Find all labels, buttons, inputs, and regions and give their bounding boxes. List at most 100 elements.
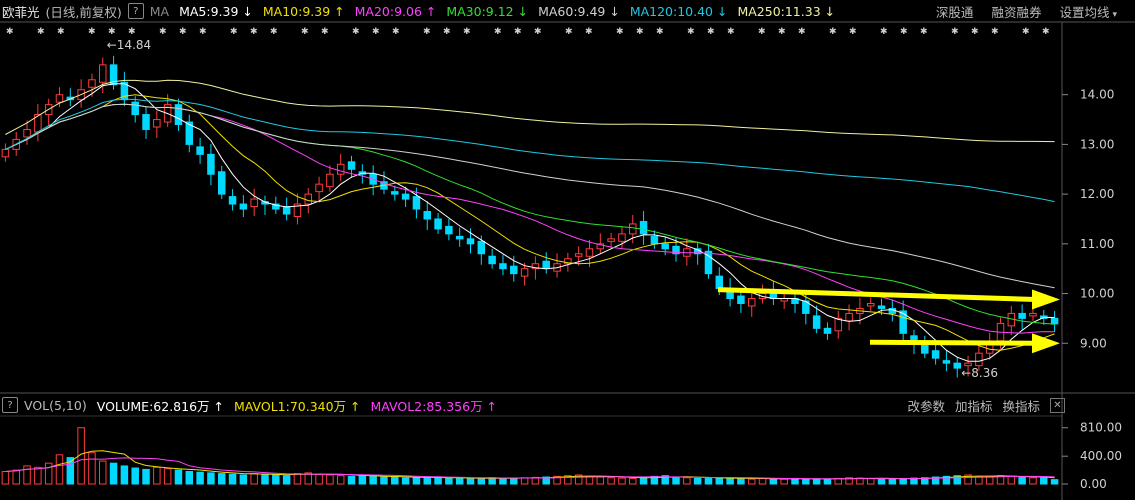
candle-body-22	[239, 203, 248, 210]
candle-body-2	[23, 128, 31, 138]
volume-tick-label-1: 400.00	[1080, 449, 1122, 463]
event-marker-19: ✱	[463, 27, 471, 37]
volume-bar-48	[520, 477, 529, 485]
candle-body-38	[412, 196, 421, 210]
volume-bar-63	[683, 477, 691, 485]
volume-bar-14	[153, 466, 161, 485]
candle-body-18	[196, 146, 204, 155]
volume-bar-33	[358, 475, 367, 485]
volume-bar-83	[899, 477, 907, 485]
candle-body-54	[585, 248, 594, 257]
event-marker-39: ✱	[951, 27, 959, 37]
event-marker-11: ✱	[270, 27, 278, 37]
volume-bar-46	[499, 477, 507, 485]
candle-body-29	[315, 183, 323, 193]
volume-bar-17	[185, 470, 194, 485]
candle-body-8	[88, 79, 96, 88]
event-marker-7: ✱	[179, 27, 187, 37]
event-marker-25: ✱	[616, 27, 624, 37]
event-marker-29: ✱	[707, 27, 715, 37]
volume-bar-38	[412, 477, 421, 485]
volume-bar-58	[629, 477, 637, 485]
ma-line-MA20	[5, 103, 1055, 334]
volume-bar-59	[639, 476, 648, 485]
event-marker-8: ✱	[199, 27, 207, 37]
stock-chart[interactable]: 14.00 13.00 12.00 11.00 10.00 9.00 810.00 400.0…	[0, 0, 1135, 500]
volume-bar-20	[217, 473, 226, 485]
volume-bar-26	[282, 475, 291, 485]
volume-bar-21	[228, 473, 237, 485]
volume-bar-39	[423, 476, 431, 485]
volume-bar-34	[369, 475, 377, 485]
candle-body-44	[477, 240, 486, 255]
volume-bar-43	[466, 477, 475, 485]
candle-body-32	[347, 161, 356, 170]
volume-bar-3	[34, 466, 42, 485]
candle-body-39	[423, 211, 431, 220]
volume-bar-94	[1018, 476, 1026, 485]
event-marker-4: ✱	[108, 27, 116, 37]
volume-bar-32	[347, 475, 356, 485]
candle-body-12	[131, 101, 139, 116]
volume-bar-96	[1040, 477, 1048, 485]
candle-body-48	[520, 268, 529, 277]
volume-bar-35	[380, 476, 388, 485]
event-marker-27: ✱	[656, 27, 664, 37]
volume-tick-label-0: 810.00	[1080, 421, 1122, 435]
candle-body-41	[445, 225, 453, 235]
candle-body-37	[401, 193, 410, 200]
price-tick-label-4: 10.00	[1080, 287, 1114, 301]
volume-bar-16	[174, 469, 183, 485]
candle-body-88	[953, 362, 961, 369]
candle-body-59	[639, 220, 648, 235]
volume-bar-25	[272, 474, 280, 485]
candle-body-40	[434, 218, 442, 230]
candle-body-66	[715, 275, 724, 290]
volume-bar-41	[445, 477, 453, 485]
event-marker-32: ✱	[778, 27, 786, 37]
candle-body-68	[737, 295, 745, 304]
volume-bar-55	[596, 476, 605, 485]
event-marker-42: ✱	[1022, 27, 1030, 37]
volume-bar-9	[99, 460, 107, 485]
volume-bar-22	[239, 474, 248, 485]
candle-body-61	[661, 243, 669, 250]
volume-bar-93	[1007, 475, 1016, 485]
volume-bar-29	[315, 473, 323, 485]
volume-bar-64	[693, 477, 702, 485]
candle-body-21	[228, 196, 237, 205]
volume-bar-91	[985, 476, 994, 485]
event-marker-26: ✱	[636, 27, 644, 37]
volume-bar-56	[607, 477, 615, 485]
annotation-low: ←8.36	[961, 366, 998, 380]
candle-body-42	[455, 235, 464, 240]
candle-body-31	[336, 163, 345, 175]
volume-bar-23	[250, 473, 258, 485]
event-marker-23: ✱	[565, 27, 573, 37]
volume-bar-5	[55, 454, 64, 485]
event-marker-30: ✱	[727, 27, 735, 37]
event-marker-20: ✱	[494, 27, 502, 37]
candle-body-53	[574, 253, 583, 257]
candle-body-26	[282, 206, 291, 215]
candle-body-69	[747, 298, 756, 307]
volume-bar-69	[747, 478, 756, 485]
candle-body-43	[466, 238, 475, 245]
candle-body-19	[207, 153, 215, 175]
ma-line-MA30	[5, 103, 1055, 325]
candle-body-58	[629, 223, 637, 235]
candle-body-5	[55, 94, 64, 103]
event-marker-1: ✱	[37, 27, 45, 37]
candle-body-97	[1050, 317, 1059, 325]
candle-body-46	[499, 263, 507, 270]
price-tick-label-2: 12.00	[1080, 187, 1114, 201]
event-marker-28: ✱	[687, 27, 695, 37]
candle-body-20	[217, 171, 226, 195]
volume-bar-11	[120, 465, 129, 485]
candle-body-57	[618, 233, 626, 242]
candle-body-9	[99, 64, 107, 83]
candle-body-95	[1029, 312, 1037, 317]
volume-bar-1	[12, 469, 20, 485]
event-marker-5: ✱	[128, 27, 136, 37]
price-tick-label-0: 14.00	[1080, 88, 1114, 102]
